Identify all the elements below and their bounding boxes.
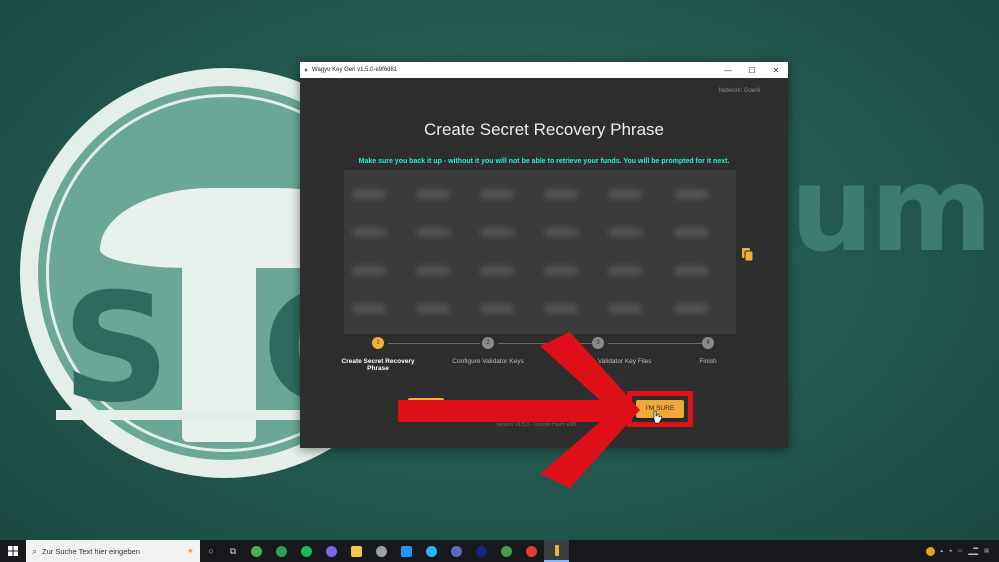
page-title: Create Secret Recovery Phrase <box>424 120 664 139</box>
taskbar-app-icon[interactable] <box>369 540 394 562</box>
step-3-label: e Validator Key Files <box>592 358 652 365</box>
cortana-icon[interactable]: ○ <box>200 540 222 562</box>
mnemonic-word <box>674 190 708 199</box>
mnemonic-word <box>352 228 386 237</box>
step-4-label: Finish <box>699 358 717 365</box>
mouse-cursor-icon <box>653 410 663 424</box>
mnemonic-word <box>544 228 578 237</box>
mnemonic-word <box>352 304 386 313</box>
minimize-button[interactable]: — <box>716 66 740 75</box>
mnemonic-word <box>416 190 450 199</box>
step-1-indicator: 1 <box>372 337 384 349</box>
step-3-indicator: 3 <box>592 337 604 349</box>
mnemonic-word <box>480 190 514 199</box>
taskbar-app-chrome-icon[interactable] <box>244 540 269 562</box>
taskbar-app-icon[interactable] <box>494 540 519 562</box>
mnemonic-word <box>416 304 450 313</box>
app-icon: ♦ <box>304 66 308 74</box>
taskbar-app-icon[interactable] <box>444 540 469 562</box>
mnemonic-word <box>480 304 514 313</box>
search-placeholder: Zur Suche Text hier eingeben <box>42 546 140 556</box>
notification-icon[interactable]: ▤ <box>984 548 989 554</box>
mnemonic-word <box>608 190 642 199</box>
taskbar-search-input[interactable]: ⌕ Zur Suche Text hier eingeben ✦ <box>26 540 200 562</box>
taskbar: ⌕ Zur Suche Text hier eingeben ✦ ○ ⧉ ▴ ◂… <box>0 540 999 562</box>
mnemonic-word <box>674 266 708 275</box>
window-title: Wagyu Key Gen v1.5.0-e9f6d81 <box>312 67 398 73</box>
version-info: Version: v1.5.0 - Commit Hash: e9f6 <box>496 422 577 428</box>
step-connector <box>608 343 702 344</box>
search-icon: ⌕ <box>32 545 38 556</box>
mnemonic-word <box>416 266 450 275</box>
mnemonic-word <box>352 190 386 199</box>
mnemonic-word <box>544 266 578 275</box>
app-window: ♦ Wagyu Key Gen v1.5.0-e9f6d81 — ☐ ✕ Net… <box>300 62 788 448</box>
search-highlight-icon: ✦ <box>186 545 194 556</box>
mnemonic-word <box>544 304 578 313</box>
system-tray: ▴ ◂ ▭ ▬ ▬▬ ▤ <box>925 545 999 557</box>
taskbar-app-icon[interactable] <box>394 540 419 562</box>
close-button[interactable]: ✕ <box>764 66 788 75</box>
copy-icon[interactable] <box>742 248 754 262</box>
background-wordmark: um <box>790 140 993 278</box>
task-view-icon[interactable]: ⧉ <box>222 540 244 562</box>
mnemonic-word <box>608 304 642 313</box>
tray-icon-volume[interactable]: ◂ <box>949 548 952 554</box>
mnemonic-word <box>608 228 642 237</box>
back-button[interactable] <box>408 398 444 414</box>
taskbar-app-wagyu-icon[interactable] <box>544 540 569 562</box>
taskbar-app-icon[interactable] <box>469 540 494 562</box>
network-label: Network: Goerli <box>718 88 760 94</box>
taskbar-app-icon[interactable] <box>269 540 294 562</box>
mnemonic-phrase-blurred <box>344 170 736 334</box>
mnemonic-word <box>674 304 708 313</box>
taskbar-app-icon[interactable] <box>319 540 344 562</box>
step-connector <box>498 343 600 344</box>
window-titlebar[interactable]: ♦ Wagyu Key Gen v1.5.0-e9f6d81 — ☐ ✕ <box>300 62 788 78</box>
maximize-button[interactable]: ☐ <box>740 66 764 75</box>
mnemonic-word <box>674 228 708 237</box>
step-2-label: Configure Validator Keys <box>452 358 524 365</box>
tray-icon-network[interactable]: ▴ <box>941 548 944 554</box>
taskbar-app-icon[interactable] <box>419 540 444 562</box>
step-2-indicator: 2 <box>482 337 494 349</box>
step-connector <box>388 343 480 344</box>
mnemonic-word <box>544 190 578 199</box>
backup-warning: Make sure you back it up - without it yo… <box>358 158 730 165</box>
taskbar-app-icon[interactable] <box>519 540 544 562</box>
mnemonic-word <box>416 228 450 237</box>
weather-icon[interactable] <box>925 546 935 556</box>
mnemonic-word <box>480 266 514 275</box>
mnemonic-word <box>352 266 386 275</box>
mnemonic-word <box>480 228 514 237</box>
tray-icon-battery[interactable]: ▭ <box>958 548 963 554</box>
clock[interactable]: ▬ ▬▬ <box>968 545 978 557</box>
taskbar-app-folder-icon[interactable] <box>344 540 369 562</box>
step-1-label: Create Secret Recovery Phrase <box>341 358 415 372</box>
progress-stepper: 1 2 3 4 Create Secret Recovery Phrase Co… <box>328 334 760 384</box>
step-4-indicator: 4 <box>702 337 714 349</box>
windows-start-icon[interactable] <box>0 540 26 562</box>
mnemonic-word <box>608 266 642 275</box>
taskbar-app-icon[interactable] <box>294 540 319 562</box>
clock-date: ▬▬ <box>968 551 979 557</box>
